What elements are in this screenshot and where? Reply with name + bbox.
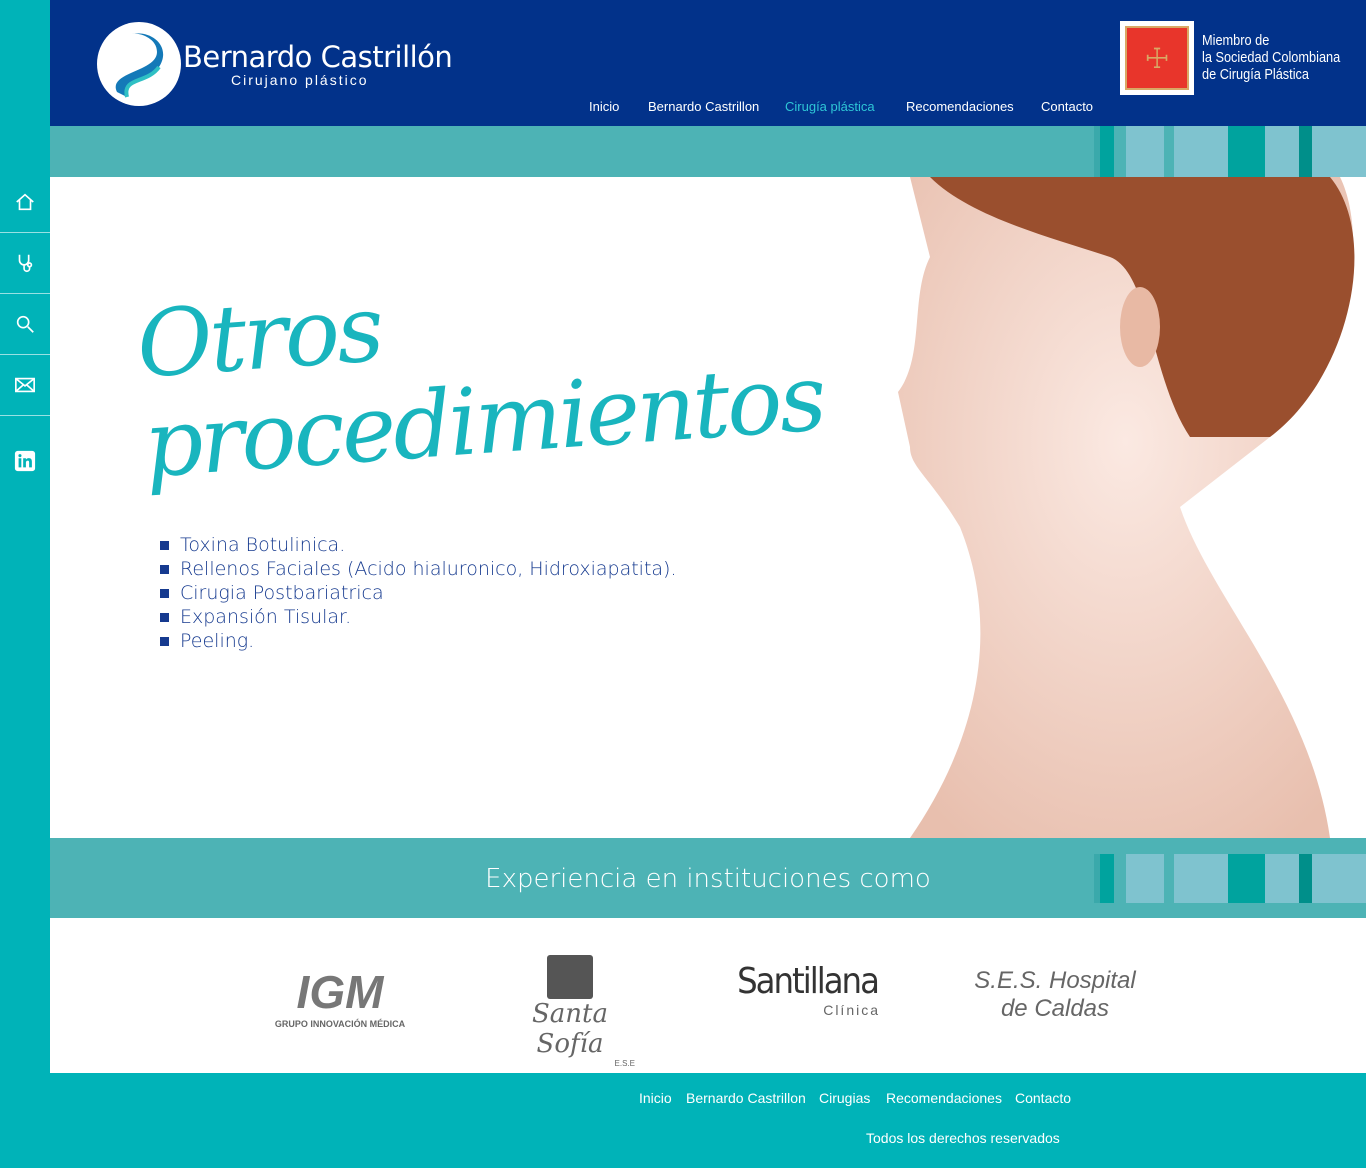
- institution-sub: Clínica: [823, 1002, 880, 1018]
- top-stripe-bar: [50, 126, 1366, 177]
- society-seal: ☩: [1120, 21, 1194, 95]
- sidebar: [0, 0, 50, 1168]
- membership-line: la Sociedad Colombiana: [1202, 49, 1341, 66]
- institution-name: Santillana: [737, 961, 880, 1002]
- logo[interactable]: [97, 22, 181, 106]
- list-item: Peeling.: [160, 629, 677, 653]
- nav-contacto[interactable]: Contacto: [1041, 99, 1093, 114]
- page-title: Otros procedimientos: [134, 249, 827, 499]
- institution-logo-santillana: Santillana Clínica: [735, 955, 880, 1018]
- experience-bar: Experiencia en instituciones como: [50, 838, 1366, 918]
- nav-bernardo[interactable]: Bernardo Castrillon: [648, 99, 759, 114]
- nav-inicio[interactable]: Inicio: [589, 99, 619, 114]
- sidebar-linkedin[interactable]: [0, 430, 50, 491]
- institution-logo-ses-caldas: S.E.S. Hospital de Caldas: [965, 955, 1145, 1023]
- footer-nav-recomendaciones[interactable]: Recomendaciones: [886, 1090, 1002, 1106]
- stethoscope-icon: [18, 254, 33, 273]
- brand-tagline: Cirujano plástico: [231, 72, 369, 88]
- sidebar-search[interactable]: [0, 294, 50, 355]
- sidebar-surgery[interactable]: [0, 233, 50, 294]
- procedures-list: Toxina Botulinica. Rellenos Faciales (Ac…: [160, 533, 677, 653]
- institution-name: IGM: [296, 966, 384, 1018]
- list-item: Rellenos Faciales (Acido hialuronico, Hi…: [160, 557, 677, 581]
- brand-name: Bernardo Castrillón: [183, 40, 453, 74]
- nav-recomendaciones[interactable]: Recomendaciones: [906, 99, 1014, 114]
- institution-name: S.E.S. Hospital de Caldas: [974, 967, 1136, 1022]
- membership-line: Miembro de: [1202, 32, 1270, 49]
- mail-icon: [15, 377, 35, 393]
- institution-sub: E.S.E: [614, 1059, 635, 1068]
- institution-logo-igm: IGM GRUPO INNOVACIÓN MÉDICA: [270, 955, 410, 1029]
- woman-profile-image: [898, 177, 1355, 838]
- linkedin-icon: [14, 450, 36, 471]
- list-item: Cirugia Postbariatrica: [160, 581, 677, 605]
- hero: Otros procedimientos Toxina Botulinica. …: [50, 177, 1366, 838]
- copyright: Todos los derechos reservados: [866, 1130, 1060, 1146]
- search-icon: [16, 315, 34, 333]
- membership-line: de Cirugía Plástica: [1202, 66, 1310, 83]
- list-item: Toxina Botulinica.: [160, 533, 677, 557]
- institution-sub: GRUPO INNOVACIÓN MÉDICA: [274, 1019, 406, 1029]
- experience-heading: Experiencia en instituciones como: [485, 864, 931, 894]
- home-icon: [16, 193, 34, 211]
- sidebar-home[interactable]: [0, 172, 50, 233]
- membership-text: Miembro de la Sociedad Colombiana de Cir…: [1202, 32, 1340, 83]
- footer-nav-inicio[interactable]: Inicio: [639, 1090, 672, 1106]
- header: Bernardo Castrillón Cirujano plástico In…: [50, 0, 1366, 126]
- list-item: Expansión Tisular.: [160, 605, 677, 629]
- footer-nav-bernardo[interactable]: Bernardo Castrillon: [686, 1090, 806, 1106]
- nav-cirugia[interactable]: Cirugía plástica: [785, 99, 875, 114]
- institution-name: Santa Sofía: [531, 999, 608, 1059]
- sidebar-mail[interactable]: [0, 355, 50, 416]
- footer-nav-cirugias[interactable]: Cirugias: [819, 1090, 870, 1106]
- footer: Inicio Bernardo Castrillon Cirugias Reco…: [50, 1073, 1366, 1168]
- footer-nav-contacto[interactable]: Contacto: [1015, 1090, 1071, 1106]
- institution-logo-santa-sofia: Santa Sofía E.S.E: [505, 955, 635, 1068]
